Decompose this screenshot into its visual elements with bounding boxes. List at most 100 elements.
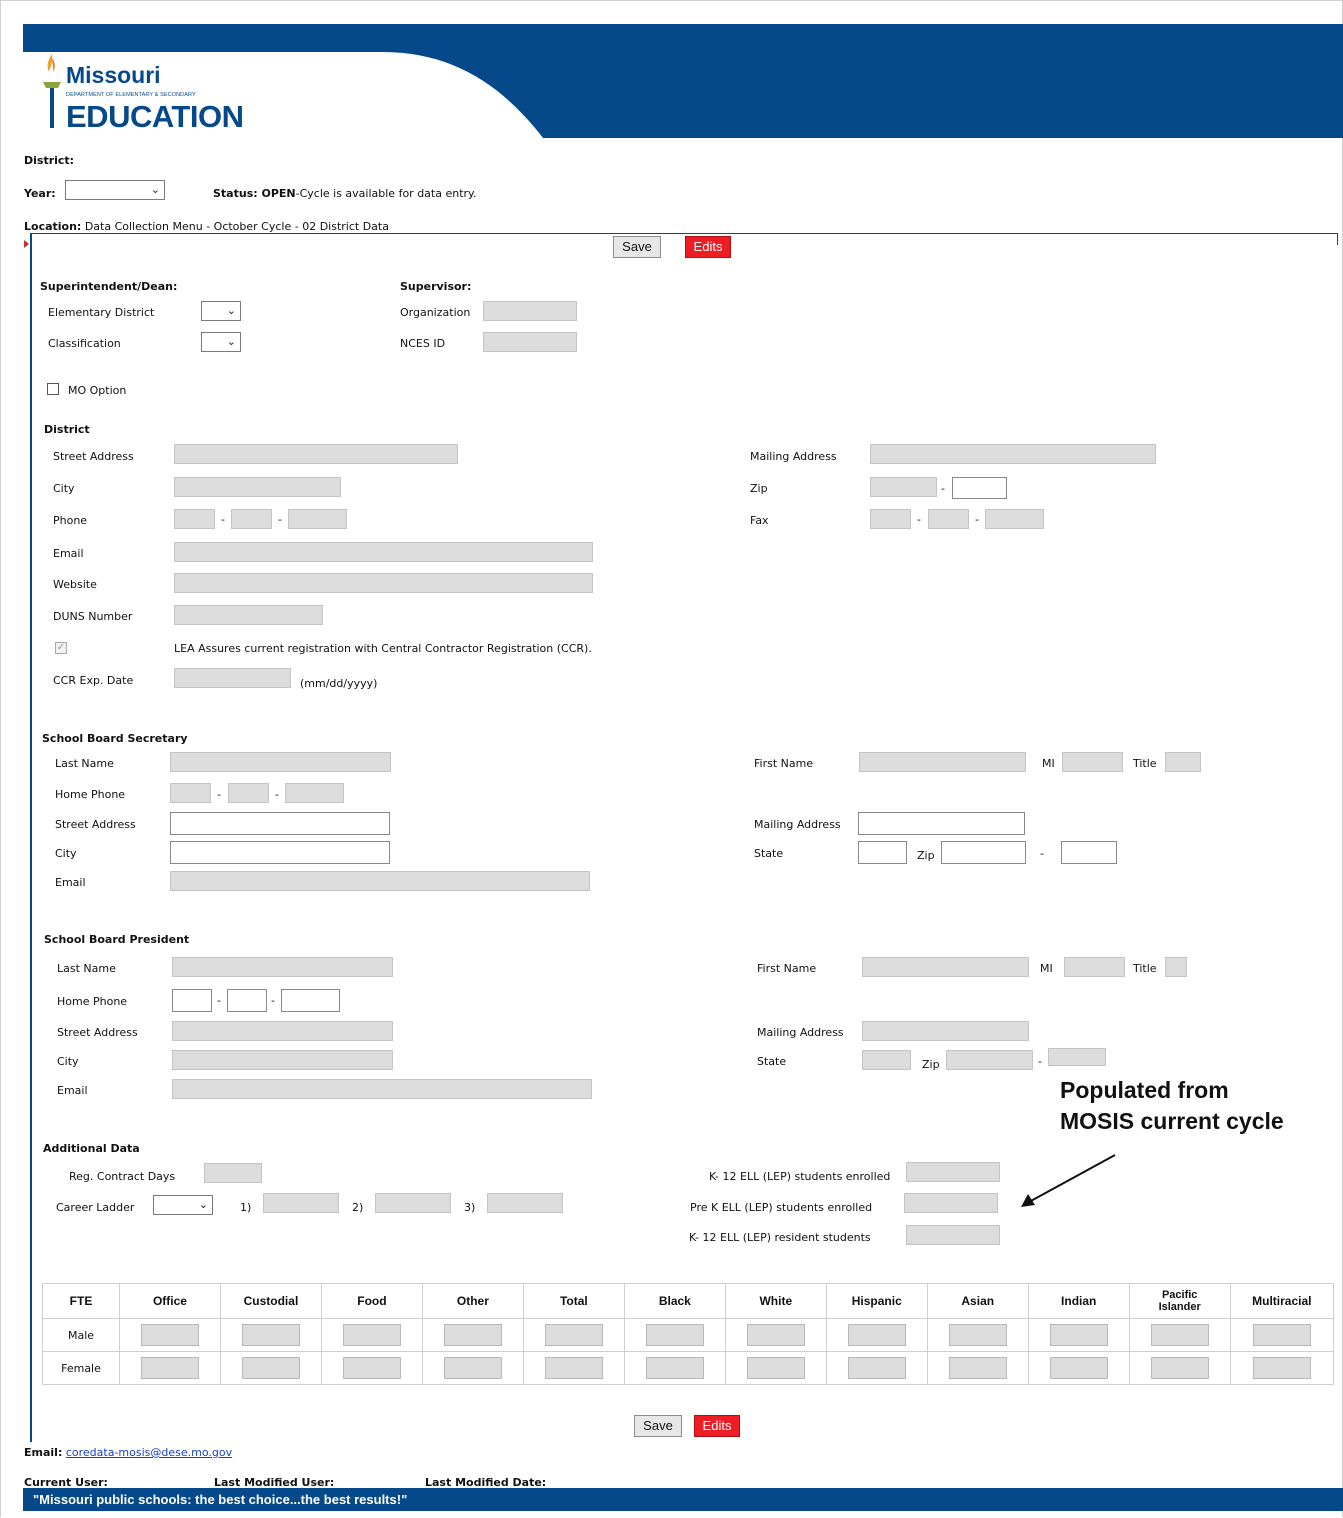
pres-phone-line-field[interactable] [281, 989, 340, 1012]
pres-first-name-field[interactable] [862, 957, 1029, 977]
male-custodial-field[interactable] [241, 1324, 300, 1346]
pres-mailing-field[interactable] [862, 1021, 1029, 1041]
female-other-field[interactable] [443, 1357, 502, 1379]
pres-mi-field[interactable] [1064, 957, 1125, 977]
male-multiracial-field[interactable] [1252, 1324, 1311, 1346]
ccr-exp-label: CCR Exp. Date [53, 674, 134, 687]
footer-email-link[interactable]: coredata-mosis@dese.mo.gov [66, 1446, 232, 1459]
female-asian-field[interactable] [948, 1357, 1007, 1379]
sec-mailing-label: Mailing Address [754, 818, 841, 831]
male-black-field[interactable] [645, 1324, 704, 1346]
sec-street-field[interactable] [170, 812, 390, 835]
sec-email-label: Email [55, 876, 86, 889]
pres-phone-prefix-field[interactable] [227, 989, 267, 1012]
male-total-field[interactable] [544, 1324, 603, 1346]
sec-zip-field[interactable] [941, 841, 1026, 864]
male-other-field[interactable] [443, 1324, 502, 1346]
female-row-label: Female [42, 1351, 120, 1385]
k12-ell-resident-field[interactable] [906, 1225, 1000, 1245]
pres-state-field[interactable] [862, 1050, 911, 1070]
fax-prefix-field[interactable] [928, 509, 969, 529]
sec-mailing-field[interactable] [858, 812, 1025, 835]
footer-email-label: Email: [24, 1446, 63, 1459]
zip4-field[interactable] [952, 477, 1007, 499]
district-street-field[interactable] [174, 444, 458, 464]
sec-phone-line-field[interactable] [285, 783, 344, 803]
district-email-field[interactable] [174, 542, 593, 562]
ccr-exp-date-field[interactable] [174, 668, 291, 688]
female-food-field[interactable] [342, 1357, 401, 1379]
district-mailing-field[interactable] [870, 444, 1156, 464]
fax-line-field[interactable] [985, 509, 1044, 529]
ccr-checkbox[interactable]: ✓ [55, 642, 67, 654]
dash: - [271, 994, 275, 1007]
female-indian-field[interactable] [1049, 1357, 1108, 1379]
sec-mi-field[interactable] [1062, 752, 1123, 772]
save-button-top[interactable]: Save [613, 236, 661, 258]
male-indian-field[interactable] [1049, 1324, 1108, 1346]
multiracial-header: Multiracial [1229, 1283, 1335, 1319]
female-hispanic-field[interactable] [847, 1357, 906, 1379]
female-pacific-field[interactable] [1150, 1357, 1209, 1379]
k12-ell-enrolled-field[interactable] [906, 1162, 1000, 1182]
nces-id-field[interactable] [483, 332, 577, 352]
career-ladder-1-field[interactable] [263, 1193, 339, 1213]
sec-city-field[interactable] [170, 841, 390, 864]
classification-select[interactable]: ⌄ [201, 332, 241, 352]
career-ladder-3-field[interactable] [487, 1193, 563, 1213]
pres-email-label: Email [57, 1084, 88, 1097]
male-office-field[interactable] [140, 1324, 199, 1346]
district-city-field[interactable] [174, 477, 341, 497]
sec-last-name-field[interactable] [170, 752, 391, 772]
pres-title-field[interactable] [1165, 957, 1187, 977]
district-website-field[interactable] [174, 573, 593, 593]
pres-zip-field[interactable] [946, 1050, 1033, 1070]
male-food-field[interactable] [342, 1324, 401, 1346]
male-white-field[interactable] [746, 1324, 805, 1346]
phone-line-field[interactable] [288, 509, 347, 529]
organization-field[interactable] [483, 301, 577, 321]
pres-street-field[interactable] [172, 1021, 393, 1041]
pres-zip4-field[interactable] [1048, 1048, 1106, 1066]
sec-state-field[interactable] [858, 841, 907, 864]
sec-first-name-field[interactable] [859, 752, 1026, 772]
pres-zip-label: Zip [922, 1058, 940, 1071]
elementary-district-select[interactable]: ⌄ [201, 301, 241, 321]
chevron-down-icon: ⌄ [226, 304, 236, 317]
mo-option-checkbox[interactable] [47, 383, 59, 395]
sec-title-field[interactable] [1165, 752, 1201, 772]
save-button-bottom[interactable]: Save [634, 1415, 682, 1437]
career-ladder-select[interactable]: ⌄ [153, 1195, 213, 1215]
pres-last-name-field[interactable] [172, 957, 393, 977]
sec-email-field[interactable] [170, 871, 590, 891]
pres-phone-area-field[interactable] [172, 989, 212, 1012]
phone-prefix-field[interactable] [231, 509, 272, 529]
edits-button-bottom[interactable]: Edits [694, 1415, 740, 1437]
female-black-field[interactable] [645, 1357, 704, 1379]
sec-phone-area-field[interactable] [170, 783, 211, 803]
female-total-field[interactable] [544, 1357, 603, 1379]
male-asian-field[interactable] [948, 1324, 1007, 1346]
sec-zip4-field[interactable] [1061, 841, 1117, 864]
fte-header: FTE [42, 1283, 120, 1319]
pres-mi-label: MI [1040, 962, 1053, 975]
career-ladder-2-field[interactable] [375, 1193, 451, 1213]
pres-email-field[interactable] [172, 1079, 592, 1099]
phone-area-field[interactable] [174, 509, 215, 529]
male-hispanic-field[interactable] [847, 1324, 906, 1346]
reg-contract-days-field[interactable] [204, 1163, 262, 1183]
sec-zip-label: Zip [917, 849, 935, 862]
female-multiracial-field[interactable] [1252, 1357, 1311, 1379]
female-custodial-field[interactable] [241, 1357, 300, 1379]
female-white-field[interactable] [746, 1357, 805, 1379]
zip-field[interactable] [870, 477, 937, 497]
fax-area-field[interactable] [870, 509, 911, 529]
year-select[interactable]: ⌄ [65, 180, 165, 200]
female-office-field[interactable] [140, 1357, 199, 1379]
sec-phone-prefix-field[interactable] [228, 783, 269, 803]
duns-number-field[interactable] [174, 605, 323, 625]
male-pacific-field[interactable] [1150, 1324, 1209, 1346]
pres-city-field[interactable] [172, 1050, 393, 1070]
prek-ell-enrolled-field[interactable] [904, 1193, 998, 1213]
edits-button-top[interactable]: Edits [685, 236, 731, 258]
